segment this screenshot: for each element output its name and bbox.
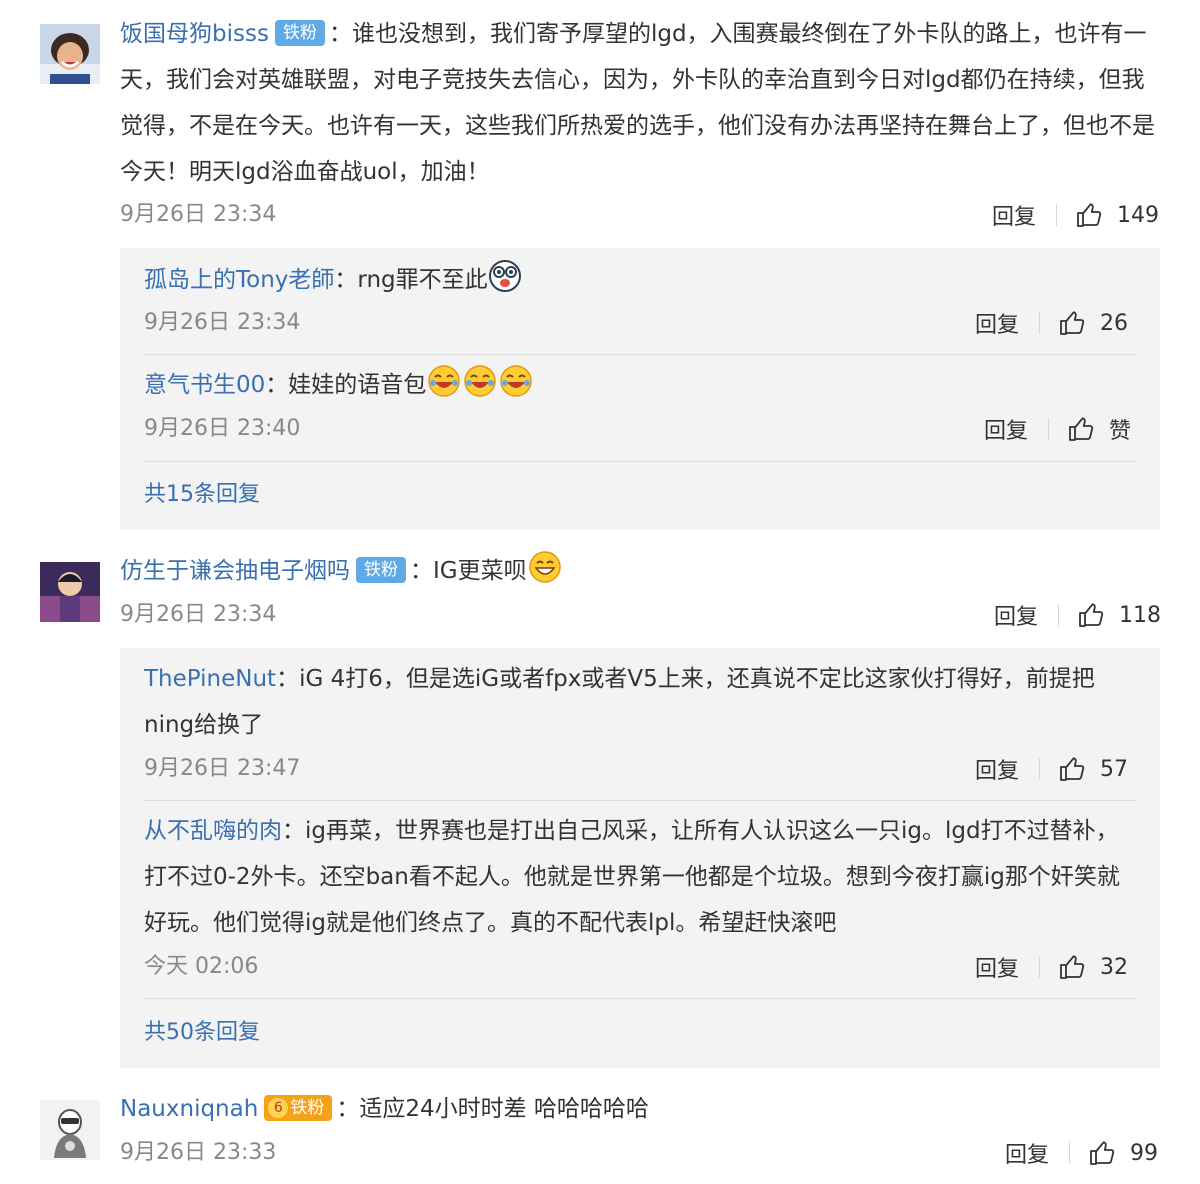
reply-time: 9月26日 23:47 xyxy=(144,756,301,781)
view-more-replies-link[interactable]: 共15条回复 xyxy=(144,475,260,515)
reply-text: 意气书生00：娃娃的语音包 xyxy=(144,362,1124,408)
reply-actions: 回复 32 xyxy=(975,947,1128,987)
thumbs-up-icon xyxy=(1090,1141,1115,1165)
reply-time: 今天 02:06 xyxy=(144,954,259,979)
reply-button[interactable]: 回复 xyxy=(984,413,1028,445)
fan-badge[interactable]: 6 铁粉 xyxy=(264,1095,333,1121)
thumbs-up-icon xyxy=(1069,417,1094,441)
reply-text: 从不乱嗨的肉：ig再菜，世界赛也是打出自己风采，让所有人认识这么一只ig。lgd… xyxy=(144,818,1120,936)
like-button[interactable]: 26 xyxy=(1058,309,1128,337)
comment-username[interactable]: 饭国母狗bisss xyxy=(120,21,269,47)
reply-body: rng罪不至此 xyxy=(357,267,488,293)
laughing-emoji xyxy=(500,365,533,397)
reply-username[interactable]: 孤岛上的Tony老師 xyxy=(144,267,334,293)
divider xyxy=(1048,418,1050,440)
like-button[interactable]: 32 xyxy=(1058,953,1128,981)
comment-text: 仿生于谦会抽电子烟吗 铁粉 ：IG更菜呗 xyxy=(120,548,1165,594)
thumbs-up-icon xyxy=(1060,757,1085,781)
like-count: 57 xyxy=(1100,756,1129,782)
divider xyxy=(1039,312,1041,334)
reply-button[interactable]: 回复 xyxy=(992,199,1036,231)
view-more-replies-link[interactable]: 共50条回复 xyxy=(144,1013,260,1053)
fan-rank: 6 xyxy=(268,1098,289,1118)
comment-actions: 回复 118 xyxy=(994,595,1161,635)
shocked-face-emoji xyxy=(488,260,521,292)
like-button[interactable]: 57 xyxy=(1058,755,1128,783)
reply-text: ThePineNut：iG 4打6，但是选iG或者fpx或者V5上来，还真说不定… xyxy=(144,666,1095,738)
reply-button[interactable]: 回复 xyxy=(1005,1137,1049,1169)
reply-divider xyxy=(144,800,1136,801)
thumbs-up-icon xyxy=(1077,203,1102,227)
comment-username[interactable]: Nauxniqnah xyxy=(120,1096,258,1122)
grinning-emoji xyxy=(528,551,561,583)
reply-divider xyxy=(144,354,1136,355)
comment-text: Nauxniqnah 6 铁粉 ：适应24小时时差 哈哈哈哈哈 xyxy=(120,1095,649,1122)
like-button[interactable]: 149 xyxy=(1075,201,1159,229)
comment-actions: 回复 99 xyxy=(1005,1133,1158,1173)
comment-text: 饭国母狗bisss 铁粉 ：谁也没想到，我们寄予厚望的lgd，入围赛最终倒在了外卡队… xyxy=(120,20,1155,185)
laughing-emoji xyxy=(464,365,497,397)
comment-time: 9月26日 23:34 xyxy=(120,602,277,627)
comment-body: 谁也没想到，我们寄予厚望的lgd，入围赛最终倒在了外卡队的路上，也许有一天，我们… xyxy=(120,21,1155,185)
like-label: 赞 xyxy=(1109,419,1132,444)
reply-text: 孤岛上的Tony老師：rng罪不至此 xyxy=(144,257,1124,303)
reply-actions: 回复 26 xyxy=(975,303,1128,343)
reply-button[interactable]: 回复 xyxy=(975,753,1019,785)
like-button[interactable]: 赞 xyxy=(1067,413,1131,445)
reply-divider xyxy=(144,998,1136,999)
thumbs-up-icon xyxy=(1079,603,1104,627)
avatar[interactable] xyxy=(40,24,100,84)
divider xyxy=(1039,758,1041,780)
fan-badge-label: 铁粉 xyxy=(290,1098,325,1118)
reply-actions: 回复 57 xyxy=(975,749,1128,789)
reply-actions: 回复 赞 xyxy=(984,409,1131,449)
comment-time: 9月26日 23:33 xyxy=(120,1140,277,1165)
reply-body: iG 4打6，但是选iG或者fpx或者V5上来，还真说不定比这家伙打得好，前提把… xyxy=(144,666,1095,738)
reply-time: 9月26日 23:34 xyxy=(144,310,301,335)
thumbs-up-icon xyxy=(1060,955,1085,979)
comment-username[interactable]: 仿生于谦会抽电子烟吗 xyxy=(120,558,350,584)
reply-button[interactable]: 回复 xyxy=(975,307,1019,339)
fan-badge[interactable]: 铁粉 xyxy=(274,20,325,46)
reply-username[interactable]: ThePineNut xyxy=(144,666,276,692)
like-button[interactable]: 118 xyxy=(1077,601,1161,629)
divider xyxy=(1058,604,1060,626)
reply-body: 娃娃的语音包 xyxy=(288,372,427,398)
comment-body: 适应24小时时差 哈哈哈哈哈 xyxy=(359,1096,649,1122)
avatar[interactable] xyxy=(40,1100,100,1160)
like-count: 118 xyxy=(1119,602,1162,628)
reply-time: 9月26日 23:40 xyxy=(144,416,301,441)
reply-divider xyxy=(144,461,1136,462)
laughing-emoji xyxy=(428,365,461,397)
reply-button[interactable]: 回复 xyxy=(975,951,1019,983)
comment-body: IG更菜呗 xyxy=(433,558,527,584)
like-button[interactable]: 99 xyxy=(1088,1139,1158,1167)
divider xyxy=(1069,1142,1071,1164)
divider xyxy=(1039,956,1041,978)
comment-time: 9月26日 23:34 xyxy=(120,202,277,227)
like-count: 99 xyxy=(1130,1140,1159,1166)
like-count: 26 xyxy=(1100,310,1129,336)
like-count: 32 xyxy=(1100,954,1129,980)
reply-body: ig再菜，世界赛也是打出自己风采，让所有人认识这么一只ig。lgd打不过替补，打… xyxy=(144,818,1120,936)
like-count: 149 xyxy=(1117,202,1160,228)
fan-badge[interactable]: 铁粉 xyxy=(356,557,406,583)
reply-username[interactable]: 从不乱嗨的肉 xyxy=(144,818,282,844)
avatar[interactable] xyxy=(40,562,100,622)
comment-actions: 回复 149 xyxy=(992,195,1159,235)
divider xyxy=(1056,204,1058,226)
thumbs-up-icon xyxy=(1060,311,1085,335)
reply-username[interactable]: 意气书生00 xyxy=(144,372,265,398)
reply-button[interactable]: 回复 xyxy=(994,599,1038,631)
